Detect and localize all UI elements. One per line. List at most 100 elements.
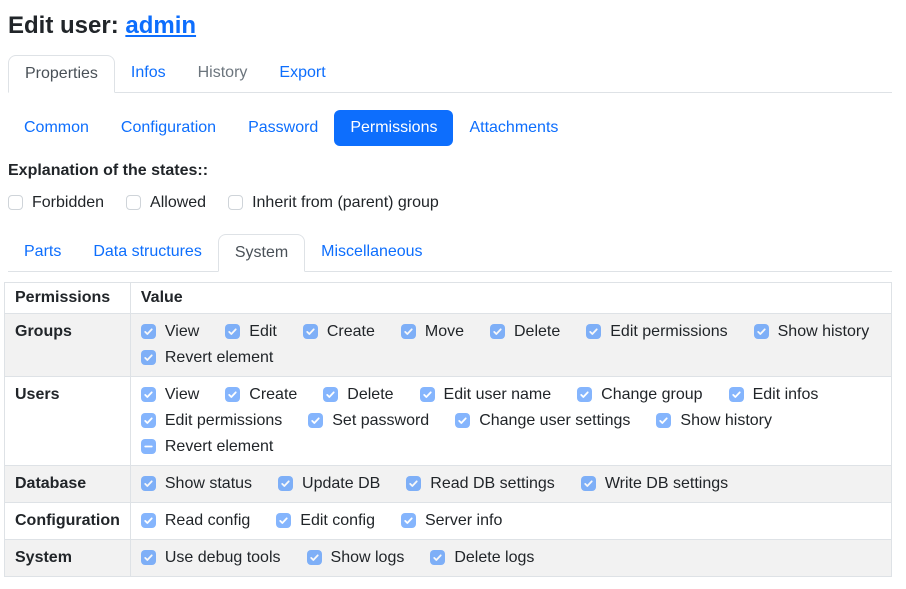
state-checkbox-inherit-from-parent-group[interactable]: Inherit from (parent) group	[228, 190, 439, 216]
groups-permission-view[interactable]: View	[141, 319, 199, 345]
system-permission-delete-logs[interactable]: Delete logs	[430, 545, 534, 571]
permission-category-label: Configuration	[5, 502, 131, 539]
users-permission-delete[interactable]: Delete	[323, 382, 393, 408]
checkbox-checked-icon[interactable]	[581, 476, 596, 491]
checkbox-checked-icon[interactable]	[141, 513, 156, 528]
checkbox-checked-icon[interactable]	[303, 324, 318, 339]
pill-common[interactable]: Common	[8, 110, 105, 146]
configuration-permission-server-info[interactable]: Server info	[401, 508, 502, 534]
checkbox-checked-icon[interactable]	[225, 324, 240, 339]
checkbox-checked-icon[interactable]	[225, 387, 240, 402]
tab-export[interactable]: Export	[263, 55, 341, 93]
properties-sub-tabs: CommonConfigurationPasswordPermissionsAt…	[8, 110, 892, 146]
checkbox-checked-icon[interactable]	[420, 387, 435, 402]
checkbox-checked-icon[interactable]	[430, 550, 445, 565]
checkbox-checked-icon[interactable]	[278, 476, 293, 491]
permission-checkbox-line: Revert element	[141, 345, 881, 371]
database-permission-update-db[interactable]: Update DB	[278, 471, 380, 497]
pill-attachments[interactable]: Attachments	[453, 110, 574, 146]
permission-checkbox-line: Show status Update DB Read DB settings Writ…	[141, 471, 881, 497]
perm-tab-miscellaneous[interactable]: Miscellaneous	[305, 234, 438, 272]
database-permission-show-status[interactable]: Show status	[141, 471, 252, 497]
checkbox-unchecked-icon[interactable]	[8, 195, 23, 210]
checkbox-label: Show logs	[331, 548, 405, 568]
checkbox-checked-icon[interactable]	[586, 324, 601, 339]
column-header-permissions: Permissions	[5, 282, 131, 313]
checkbox-checked-icon[interactable]	[141, 350, 156, 365]
groups-permission-edit[interactable]: Edit	[225, 319, 277, 345]
checkbox-unchecked-icon[interactable]	[126, 195, 141, 210]
perm-tab-parts[interactable]: Parts	[8, 234, 77, 272]
checkbox-checked-icon[interactable]	[141, 476, 156, 491]
users-permission-view[interactable]: View	[141, 382, 199, 408]
checkbox-checked-icon[interactable]	[308, 413, 323, 428]
groups-permission-create[interactable]: Create	[303, 319, 375, 345]
checkbox-label: Read DB settings	[430, 474, 555, 494]
checkbox-checked-icon[interactable]	[141, 550, 156, 565]
checkbox-checked-icon[interactable]	[401, 324, 416, 339]
permissions-table: PermissionsValue GroupsViewEditCreateMov…	[4, 282, 892, 577]
database-permission-write-db-settings[interactable]: Write DB settings	[581, 471, 728, 497]
checkbox-checked-icon[interactable]	[307, 550, 322, 565]
checkbox-checked-icon[interactable]	[276, 513, 291, 528]
perm-tab-data-structures[interactable]: Data structures	[77, 234, 217, 272]
checkbox-checked-icon[interactable]	[656, 413, 671, 428]
pill-permissions[interactable]: Permissions	[334, 110, 453, 146]
database-permission-read-db-settings[interactable]: Read DB settings	[406, 471, 555, 497]
users-permission-edit-infos[interactable]: Edit infos	[729, 382, 819, 408]
users-permission-edit-permissions[interactable]: Edit permissions	[141, 408, 282, 434]
permission-row-database: DatabaseShow statusUpdate DBRead DB sett…	[5, 465, 892, 502]
checkbox-checked-icon[interactable]	[754, 324, 769, 339]
system-permission-show-logs[interactable]: Show logs	[307, 545, 405, 571]
checkbox-checked-icon[interactable]	[406, 476, 421, 491]
checkbox-checked-icon[interactable]	[455, 413, 470, 428]
tab-properties[interactable]: Properties	[8, 55, 115, 93]
system-permission-use-debug-tools[interactable]: Use debug tools	[141, 545, 281, 571]
permission-values-cell: View Create Delete Edit user name Change gro…	[130, 376, 891, 465]
checkbox-unchecked-icon[interactable]	[228, 195, 243, 210]
configuration-permission-read-config[interactable]: Read config	[141, 508, 250, 534]
users-permission-change-group[interactable]: Change group	[577, 382, 702, 408]
groups-permission-revert-element[interactable]: Revert element	[141, 345, 274, 371]
checkbox-checked-icon[interactable]	[323, 387, 338, 402]
checkbox-label: Delete	[514, 322, 560, 342]
checkbox-indeterminate-icon[interactable]	[141, 439, 156, 454]
checkbox-label: Update DB	[302, 474, 380, 494]
tab-history: History	[182, 55, 264, 93]
edited-user-link[interactable]: admin	[125, 12, 196, 39]
groups-permission-edit-permissions[interactable]: Edit permissions	[586, 319, 727, 345]
checkbox-checked-icon[interactable]	[577, 387, 592, 402]
state-checkbox-allowed[interactable]: Allowed	[126, 190, 206, 216]
checkbox-label: View	[165, 385, 199, 405]
checkbox-label: Move	[425, 322, 464, 342]
checkbox-checked-icon[interactable]	[141, 324, 156, 339]
users-permission-set-password[interactable]: Set password	[308, 408, 429, 434]
users-permission-show-history[interactable]: Show history	[656, 408, 772, 434]
checkbox-label: Read config	[165, 511, 250, 531]
checkbox-label: Edit user name	[444, 385, 552, 405]
users-permission-revert-element[interactable]: Revert element	[141, 434, 274, 460]
groups-permission-delete[interactable]: Delete	[490, 319, 560, 345]
tab-infos[interactable]: Infos	[115, 55, 182, 93]
groups-permission-move[interactable]: Move	[401, 319, 464, 345]
state-checkbox-forbidden[interactable]: Forbidden	[8, 190, 104, 216]
configuration-permission-edit-config[interactable]: Edit config	[276, 508, 375, 534]
perm-tab-system[interactable]: System	[218, 234, 305, 272]
checkbox-checked-icon[interactable]	[141, 387, 156, 402]
users-permission-edit-user-name[interactable]: Edit user name	[420, 382, 552, 408]
permission-values-cell: Read config Edit config Server info	[130, 502, 891, 539]
permission-category-label: System	[5, 539, 131, 576]
checkbox-label: Forbidden	[32, 193, 104, 213]
users-permission-create[interactable]: Create	[225, 382, 297, 408]
checkbox-label: Delete	[347, 385, 393, 405]
users-permission-change-user-settings[interactable]: Change user settings	[455, 408, 630, 434]
checkbox-checked-icon[interactable]	[401, 513, 416, 528]
groups-permission-show-history[interactable]: Show history	[754, 319, 870, 345]
checkbox-checked-icon[interactable]	[729, 387, 744, 402]
pill-configuration[interactable]: Configuration	[105, 110, 232, 146]
page-title: Edit user: admin	[8, 12, 892, 41]
checkbox-checked-icon[interactable]	[490, 324, 505, 339]
permission-category-tabs: PartsData structuresSystemMiscellaneous	[8, 234, 892, 272]
checkbox-checked-icon[interactable]	[141, 413, 156, 428]
pill-password[interactable]: Password	[232, 110, 334, 146]
